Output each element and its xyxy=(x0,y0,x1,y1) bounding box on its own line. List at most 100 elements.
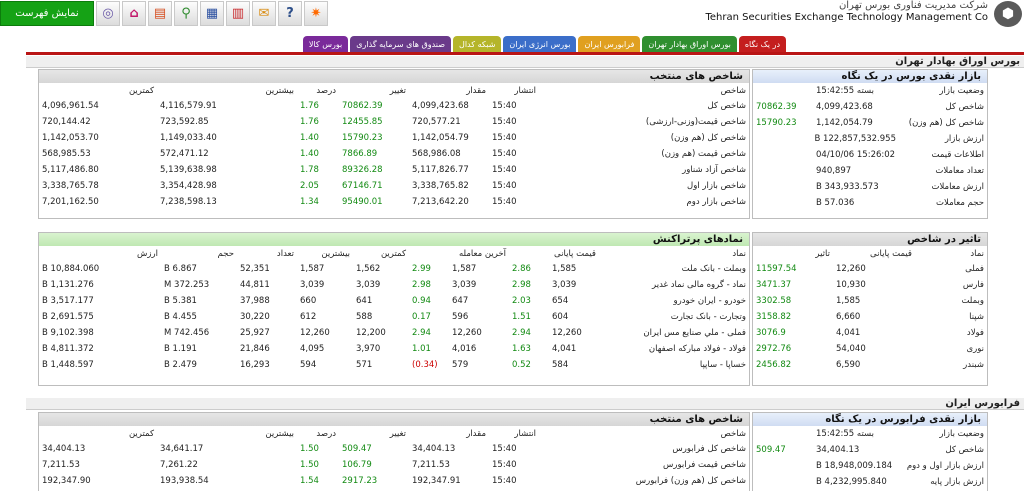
top-cell: 571 xyxy=(356,360,373,370)
index-cell: 720,577.21 xyxy=(412,117,461,127)
home-icon[interactable]: ⌂ xyxy=(122,1,146,26)
symbol-link[interactable]: شپنا xyxy=(915,309,987,325)
index-name-link[interactable]: شاخص بازار دوم xyxy=(539,194,749,210)
symbol-link[interactable]: فملی xyxy=(915,261,987,277)
top-cell: 2.99 xyxy=(412,264,431,274)
top-cell: 3,039 xyxy=(452,280,477,290)
symbol-link[interactable]: نوری xyxy=(915,341,987,357)
column-header: انتشار xyxy=(514,85,536,96)
market-change xyxy=(753,83,813,99)
symbol-link[interactable]: فولاد - فولاد مباركه اصفهان xyxy=(599,341,749,357)
tab-commodity[interactable]: بورس کالا xyxy=(302,36,349,53)
index-name-link[interactable]: شاخص آزاد شناور xyxy=(539,162,749,178)
symbol-link[interactable]: خودرو - ایران خودرو xyxy=(599,293,749,309)
column-header: قیمت پایانی xyxy=(554,248,596,259)
index-row: شاخص قیمت فرابورس 15:40 7,211.53 106.79 1.50… xyxy=(39,457,749,473)
market-value: 18,948,009.184 B xyxy=(816,461,893,471)
column-header: نماد xyxy=(732,248,746,259)
market-change xyxy=(753,458,813,474)
chat-icon[interactable]: ✉ xyxy=(252,1,276,26)
index-cell: 15:40 xyxy=(492,181,517,191)
market-label: ارزش بازار اول و دوم xyxy=(906,461,984,471)
index-cell: 7,261.22 xyxy=(160,460,198,470)
index-cell: 4,096,961.54 xyxy=(42,101,99,111)
index-cell: 5,139,638.98 xyxy=(160,165,217,175)
symbol-link[interactable]: شبندر xyxy=(915,357,987,373)
new-icon[interactable]: ✷ xyxy=(304,1,328,26)
show-list-button[interactable]: نمایش فهرست xyxy=(0,1,94,26)
tse-market-panel: بازار نقدی بورس در یک نگاه وضعیت بازار بس… xyxy=(752,69,988,219)
column-header: کمترین xyxy=(128,85,154,96)
symbol-link[interactable]: فارس xyxy=(915,277,987,293)
top-cell: 4,041 xyxy=(552,344,577,354)
impact-cell: 2972.76 xyxy=(756,344,792,354)
top-cell: 588 xyxy=(356,312,373,322)
ifb-market-panel: بازار نقدی فرابورس در یک نگاه وضعیت بازا… xyxy=(752,412,988,491)
index-cell: 2917.23 xyxy=(342,476,378,486)
index-cell: 34,641.17 xyxy=(160,444,204,454)
index-name-link[interactable]: شاخص قیمت(وزنی-ارزشی) xyxy=(539,114,749,130)
symbol-link[interactable]: خساپا - ساپپا xyxy=(599,357,749,373)
index-name-link[interactable]: شاخص قیمت (هم وزن) xyxy=(539,146,749,162)
top-cell: 2.479 B xyxy=(164,360,197,370)
top-cell: 604 xyxy=(552,312,569,322)
search-icon[interactable]: ⚲ xyxy=(174,1,198,26)
market-row: حجم معاملات 57.036 B xyxy=(753,195,987,211)
tab-funds[interactable]: صندوق های سرمایه گذاری xyxy=(350,36,451,53)
market-value: 15:26:02 04/10/06 xyxy=(816,150,896,160)
symbol-link[interactable]: وبملت - بانک ملت xyxy=(599,261,749,277)
chart-icon[interactable]: ▦ xyxy=(200,1,224,26)
ifb-market-table: وضعیت بازار بسته 15:42:55 شاخص کل 34,404.13… xyxy=(753,426,987,490)
index-name-link[interactable]: شاخص قیمت فرابورس xyxy=(539,457,749,473)
symbol-link[interactable]: نماد - گروه مالی نماد غدیر xyxy=(599,277,749,293)
index-name-link[interactable]: شاخص کل (هم وزن) فرابورس xyxy=(539,473,749,489)
top-cell: 594 xyxy=(300,360,317,370)
index-name-link[interactable]: شاخص کل xyxy=(539,98,749,114)
market-change xyxy=(753,163,813,179)
market-label: وضعیت بازار xyxy=(939,429,984,439)
top-cell: 3,039 xyxy=(300,280,325,290)
tab-overview[interactable]: در یک نگاه xyxy=(738,36,786,53)
impact-row: وبملت 1,585 3302.58 xyxy=(753,293,987,309)
index-cell: 7,213,642.20 xyxy=(412,197,469,207)
column-header: درصد xyxy=(316,428,336,439)
impact-row: فملی 12,260 11597.54 xyxy=(753,261,987,277)
index-name-link[interactable]: شاخص بازار اول xyxy=(539,178,749,194)
calculator-icon[interactable]: ▤ xyxy=(148,1,172,26)
ifb-indices-table: شاخص انتشار مقدار تغییر درصد بیشترین کمترین شا… xyxy=(39,426,749,489)
top-cell: 4,811.372 B xyxy=(42,344,94,354)
top-symbol-row: وتجارت - بانک تجارت 604 1.51 596 0.17 588 612 3… xyxy=(39,309,749,325)
help-icon[interactable]: ? xyxy=(278,1,302,26)
tab-energy[interactable]: بورس انرژی ایران xyxy=(503,36,577,53)
market-row: شاخص کل (هم وزن) 1,142,054.79 15790.23 xyxy=(753,115,987,131)
top-cell: 3,039 xyxy=(552,280,577,290)
tse-impact-panel: تاثیر در شاخص نماد قیمت پایانی تاثیر فملی 1… xyxy=(752,232,988,386)
column-header: کمترین xyxy=(380,248,406,259)
column-header: تاثیر xyxy=(815,248,830,259)
impact-cell: 6,660 xyxy=(836,312,861,322)
column-header: قیمت پایانی xyxy=(870,248,912,259)
tab-tse[interactable]: بورس اوراق بهادار تهران xyxy=(642,36,737,53)
symbol-link[interactable]: فولاد xyxy=(915,325,987,341)
index-cell: 15:40 xyxy=(492,444,517,454)
index-name-link[interactable]: شاخص کل (هم وزن) xyxy=(539,130,749,146)
top-cell: 372.253 M xyxy=(164,280,210,290)
tab-ifb[interactable]: فرابورس ایران xyxy=(578,36,641,53)
top-cell: 12,260 xyxy=(300,328,330,338)
symbol-link[interactable]: فملی - ملي صنايع مس ايران xyxy=(599,325,749,341)
symbol-link[interactable]: وبملت xyxy=(915,293,987,309)
index-name-link[interactable]: شاخص کل فرابورس xyxy=(539,441,749,457)
index-cell: 15:40 xyxy=(492,476,517,486)
top-cell: 612 xyxy=(300,312,317,322)
market-change xyxy=(753,474,813,490)
top-cell: 1,587 xyxy=(300,264,325,274)
impact-cell: 11597.54 xyxy=(756,264,797,274)
index-cell: 2.05 xyxy=(300,181,319,191)
market-change xyxy=(753,426,813,442)
globe-icon[interactable]: ◎ xyxy=(96,1,120,26)
tab-codal[interactable]: شبکه کدال xyxy=(453,36,502,53)
symbol-link[interactable]: وتجارت - بانک تجارت xyxy=(599,309,749,325)
ifb-section-title: فرابورس ایران xyxy=(26,398,1024,410)
books-icon[interactable]: ▥ xyxy=(226,1,250,26)
market-label: شاخص کل xyxy=(945,102,984,112)
